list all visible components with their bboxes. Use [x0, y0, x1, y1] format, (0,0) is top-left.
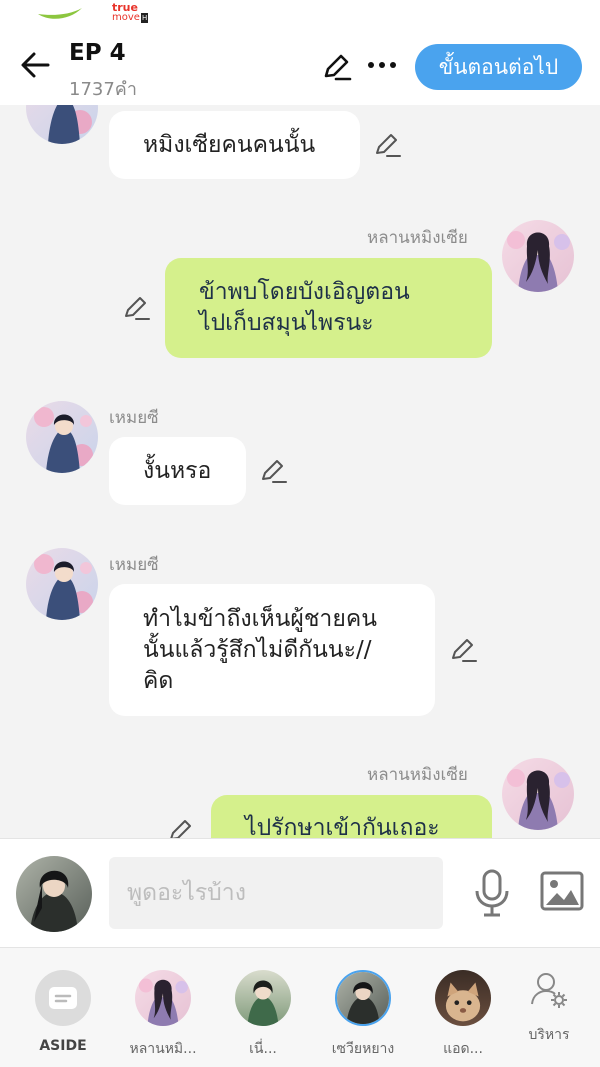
message-input[interactable]: [109, 857, 443, 929]
sender-name: เหมยซี: [109, 555, 159, 575]
edit-message-icon[interactable]: [168, 817, 196, 838]
character-label: เซวียหยาง: [331, 1041, 395, 1057]
edit-message-icon[interactable]: [374, 131, 402, 159]
message-bubble[interactable]: หมิงเซียคนคนนั้น: [109, 111, 360, 179]
carrier-logo-icon: [38, 8, 82, 19]
manage-users-icon: [531, 973, 567, 1008]
message-composer: [0, 838, 600, 948]
character-tab-selected[interactable]: เซวียหยาง: [313, 948, 413, 1067]
avatar: [135, 970, 191, 1026]
message-bubble[interactable]: ทำไมข้าถึงเห็นผู้ชายคน นั้นแล้วรู้สึกไม่…: [109, 584, 435, 716]
avatar[interactable]: [502, 758, 574, 830]
avatar[interactable]: [26, 548, 98, 620]
microphone-icon[interactable]: [472, 869, 512, 917]
episode-title: EP 4: [69, 40, 126, 66]
carrier-logo-text: true move H: [112, 1, 149, 23]
avatar[interactable]: [26, 105, 98, 144]
avatar: [235, 970, 291, 1026]
word-count: 1737คำ: [69, 79, 137, 100]
character-label: บริหาร: [528, 1027, 570, 1043]
character-tab[interactable]: หลานหมิ...: [113, 948, 213, 1067]
sender-name: หลานหมิงเซีย: [367, 765, 468, 785]
message-bubble[interactable]: ไปรักษาเข้ากันเถอะ: [211, 795, 492, 838]
character-label: แอด...: [443, 1041, 483, 1057]
edit-message-icon[interactable]: [260, 457, 288, 485]
current-character-avatar[interactable]: [16, 856, 92, 932]
next-step-button[interactable]: ขั้นตอนต่อไป: [415, 44, 582, 90]
chat-area[interactable]: หมิงเซียคนคนนั้น หลานหมิงเซีย ข้าพบโดยบั…: [0, 105, 600, 838]
edit-pen-icon[interactable]: [322, 52, 352, 82]
character-label: เนี่...: [249, 1041, 277, 1057]
character-label: หลานหมิ...: [129, 1041, 197, 1057]
character-bar: ASIDE หลานหมิ... เนี่... เซวียหยาง แอด..…: [0, 948, 600, 1067]
episode-header: EP 4 1737คำ ขั้นตอนต่อไป: [0, 30, 600, 105]
avatar: [435, 970, 491, 1026]
avatar: [335, 970, 391, 1026]
character-tab[interactable]: เนี่...: [213, 948, 313, 1067]
character-tab[interactable]: แอด...: [413, 948, 513, 1067]
aside-icon: [35, 970, 91, 1026]
character-label: ASIDE: [39, 1038, 87, 1054]
message-bubble[interactable]: ข้าพบโดยบังเอิญตอน ไปเก็บสมุนไพรนะ: [165, 258, 492, 358]
status-bar: true move H: [0, 0, 600, 30]
image-icon[interactable]: [540, 871, 584, 911]
more-options-icon[interactable]: [366, 50, 398, 80]
manage-characters-tab[interactable]: บริหาร: [499, 948, 599, 1067]
avatar[interactable]: [502, 220, 574, 292]
sender-name: หลานหมิงเซีย: [367, 228, 468, 248]
edit-message-icon[interactable]: [123, 294, 151, 322]
character-tab-aside[interactable]: ASIDE: [13, 948, 113, 1067]
message-bubble[interactable]: งั้นหรอ: [109, 437, 246, 505]
avatar[interactable]: [26, 401, 98, 473]
back-arrow-icon[interactable]: [18, 48, 52, 82]
sender-name: เหมยซี: [109, 408, 159, 428]
edit-message-icon[interactable]: [450, 636, 478, 664]
